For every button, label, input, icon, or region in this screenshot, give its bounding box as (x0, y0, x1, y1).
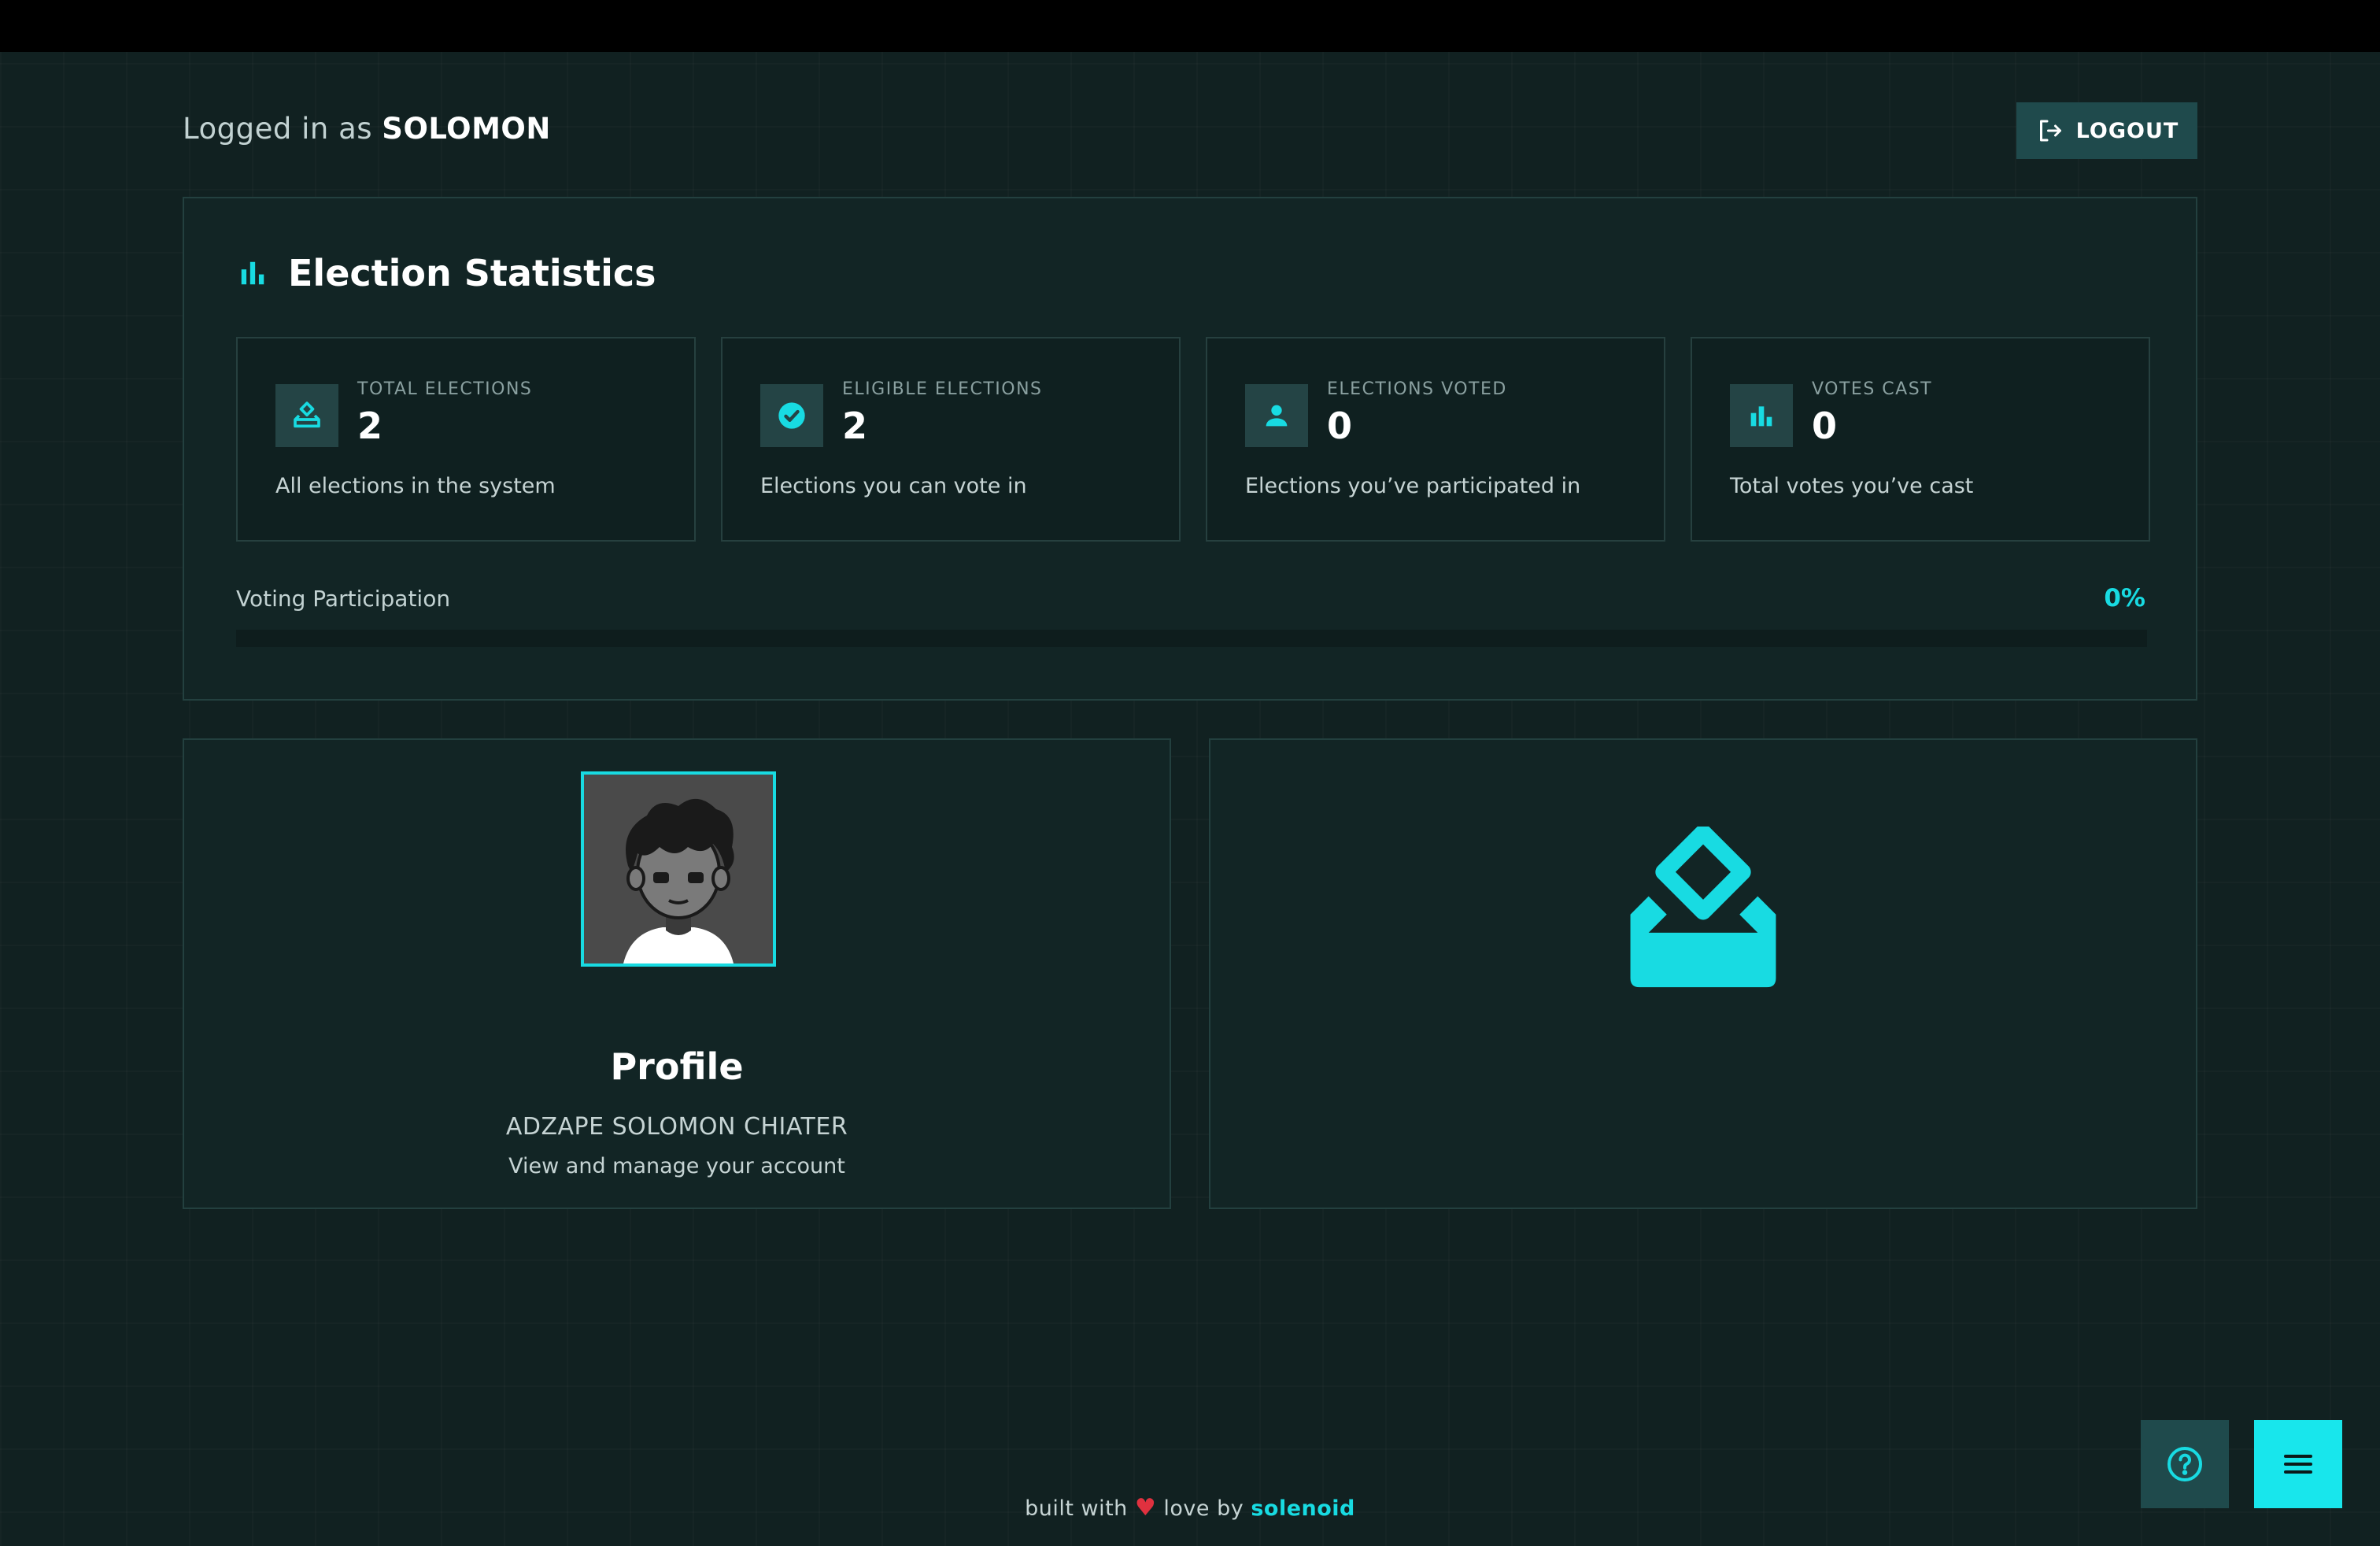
profile-title: Profile (610, 1045, 744, 1088)
bar-chart-icon (1750, 406, 1772, 427)
profile-subtitle: View and manage your account (508, 1154, 845, 1178)
logged-in-status: Logged in as SOLOMON (183, 112, 551, 146)
menu-button[interactable] (2254, 1420, 2342, 1508)
stat-description: Elections you’ve participated in (1245, 474, 1581, 498)
logout-button[interactable]: LOGOUT (2016, 102, 2197, 159)
election-statistics-panel: Election Statistics TOTAL ELECTIONS 2 Al… (183, 197, 2197, 701)
stat-value: 0 (1812, 405, 1838, 447)
participation-percent: 0% (2104, 584, 2145, 612)
help-button[interactable] (2141, 1420, 2229, 1508)
stat-value: 2 (842, 405, 868, 447)
avatar-illustration (584, 775, 773, 963)
hamburger-menu-icon (2284, 1455, 2312, 1474)
bar-chart-icon (241, 261, 264, 285)
logout-icon (2039, 120, 2061, 142)
stat-description: All elections in the system (275, 474, 556, 498)
stat-label: TOTAL ELECTIONS (357, 379, 533, 399)
stats-heading: Election Statistics (238, 252, 656, 294)
stat-card-total-elections: TOTAL ELECTIONS 2 All elections in the s… (236, 337, 696, 542)
footer: built with ♥ love by solenoid (0, 1494, 2380, 1522)
ballot-box-icon (1630, 827, 1776, 988)
footer-built-with: built with (1025, 1496, 1128, 1521)
profile-card[interactable]: Profile ADZAPE SOLOMON CHIATER View and … (183, 738, 1171, 1209)
stat-value: 0 (1327, 405, 1353, 447)
stat-card-elections-voted: ELECTIONS VOTED 0 Elections you’ve parti… (1206, 337, 1665, 542)
check-circle-icon (778, 402, 805, 429)
person-icon (1266, 405, 1288, 427)
top-bar (0, 0, 2380, 52)
stat-card-votes-cast: VOTES CAST 0 Total votes you’ve cast (1691, 337, 2150, 542)
stat-description: Total votes you’ve cast (1730, 474, 1974, 498)
footer-love: love (1163, 1496, 1210, 1521)
help-icon (2168, 1447, 2202, 1481)
participation-progress-bar (236, 630, 2147, 647)
avatar (581, 771, 776, 967)
heart-icon: ♥ (1134, 1494, 1157, 1522)
stat-description: Elections you can vote in (760, 474, 1027, 498)
stat-label: VOTES CAST (1812, 379, 1933, 399)
profile-full-name: ADZAPE SOLOMON CHIATER (505, 1113, 848, 1141)
logout-label: LOGOUT (2075, 118, 2179, 143)
username: SOLOMON (382, 112, 551, 146)
footer-brand-link[interactable]: solenoid (1251, 1496, 1355, 1521)
stat-value: 2 (357, 405, 383, 447)
stats-title: Election Statistics (288, 252, 656, 294)
stat-label: ELIGIBLE ELECTIONS (842, 379, 1043, 399)
logged-in-prefix: Logged in as (183, 112, 373, 146)
vote-card[interactable] (1209, 738, 2197, 1209)
stat-label: ELECTIONS VOTED (1327, 379, 1507, 399)
ballot-icon (294, 401, 320, 428)
stat-card-eligible-elections: ELIGIBLE ELECTIONS 2 Elections you can v… (721, 337, 1181, 542)
participation-label: Voting Participation (236, 586, 451, 612)
footer-by: by (1217, 1496, 1244, 1521)
